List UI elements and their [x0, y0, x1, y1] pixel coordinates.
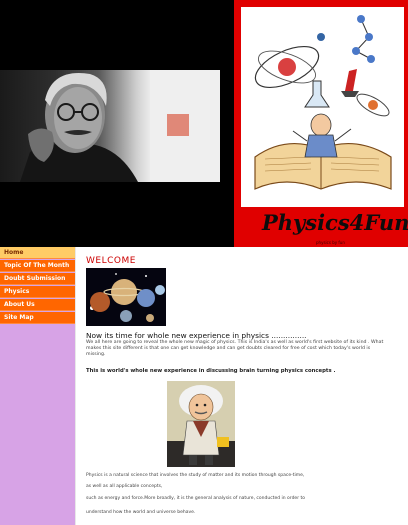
- page: Physics4Fun physics by fun Home Topic Of…: [0, 0, 408, 525]
- highlight-text: This is world's whole new experience in …: [86, 368, 336, 374]
- definition-line-3: such as energy and force.More broadly, i…: [86, 496, 305, 501]
- intro-paragraph: We all here are going to reveal the whol…: [86, 340, 384, 357]
- definition-line-1: Physics is a natural science that involv…: [86, 473, 305, 478]
- site-brand: Physics4Fun: [262, 210, 408, 235]
- einstein-caricature-image: [167, 381, 235, 467]
- planets-image: [86, 268, 166, 326]
- welcome-heading: WELCOME: [86, 256, 136, 266]
- brand-credit: physics by fun: [316, 240, 345, 245]
- nav-item-topic-of-the-month[interactable]: Topic Of The Month: [0, 260, 75, 272]
- headline: Now its time for whole new experience in…: [86, 331, 307, 340]
- decorative-square: [167, 114, 189, 136]
- definition-line-2: as well as all applicable concepts,: [86, 484, 163, 489]
- nav-item-home[interactable]: Home: [0, 247, 75, 259]
- nav-item-doubt-submission[interactable]: Doubt Submission: [0, 273, 75, 285]
- nav-item-physics[interactable]: Physics: [0, 286, 75, 298]
- nav-item-about-us[interactable]: About Us: [0, 299, 75, 311]
- science-illustration-image: [241, 7, 404, 207]
- nav-item-site-map[interactable]: Site Map: [0, 312, 75, 324]
- definition-line-4: understand how the world and universe be…: [86, 510, 196, 515]
- sidebar: Home Topic Of The Month Doubt Submission…: [0, 247, 75, 525]
- main-content: WELCOME Now its time for whole new exper…: [75, 247, 408, 525]
